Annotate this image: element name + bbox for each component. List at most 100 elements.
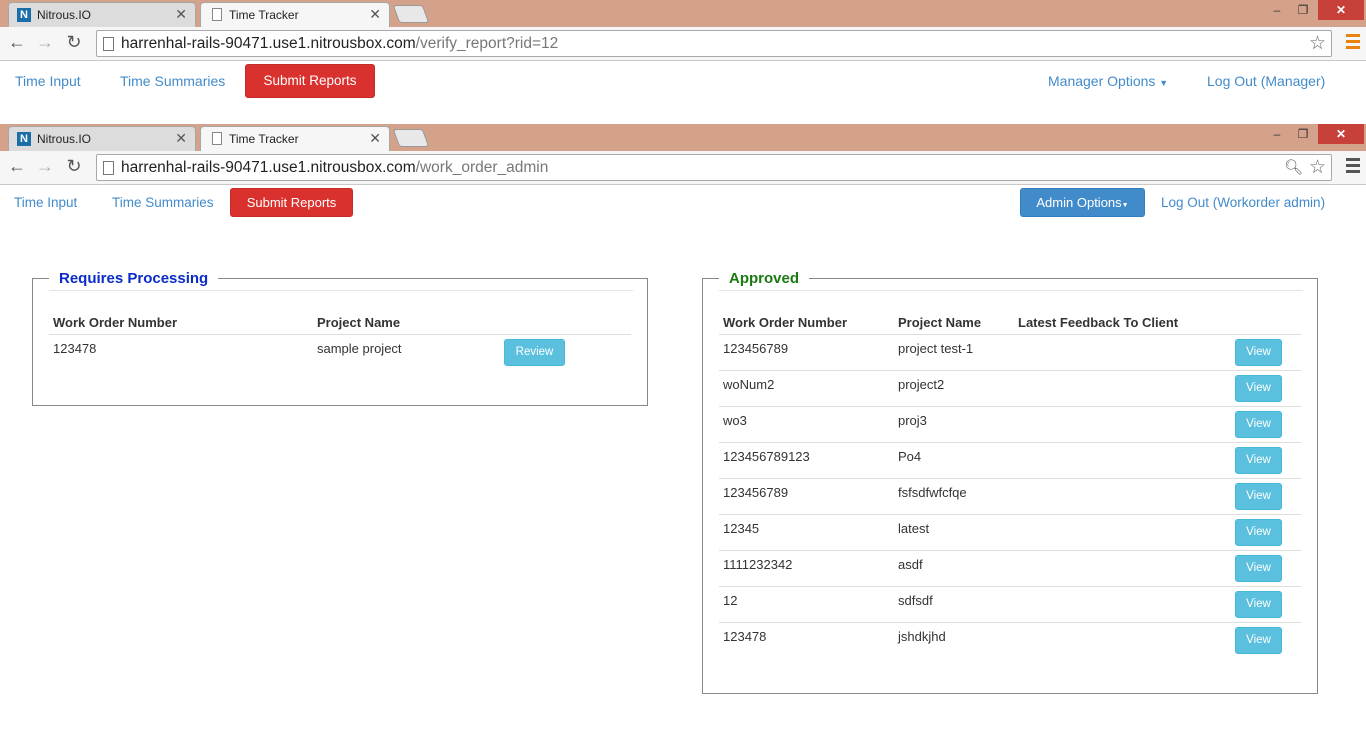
review-button[interactable]: Review [504, 339, 565, 366]
close-window-icon[interactable]: ✕ [1318, 124, 1364, 144]
row-divider [719, 514, 1301, 515]
close-tab-icon[interactable]: ✕ [369, 6, 381, 23]
restore-icon[interactable]: ❐ [1292, 0, 1314, 20]
project-name-cell: jshdkjhd [898, 629, 946, 644]
column-header-latest-feedback: Latest Feedback To Client [1018, 315, 1179, 330]
tab-nitrous[interactable]: N Nitrous.IO ✕ [8, 126, 196, 151]
page-icon [103, 161, 114, 175]
row-divider [719, 478, 1301, 479]
manager-options-dropdown[interactable]: Manager Options ▼ [1048, 73, 1168, 89]
chrome-menu-icon[interactable] [1346, 158, 1360, 176]
tab-strip: N Nitrous.IO ✕ Time Tracker ✕ – ❐ ✕ [0, 124, 1366, 151]
minimize-icon[interactable]: – [1266, 0, 1288, 20]
work-order-cell: 12 [723, 593, 738, 608]
tab-strip: N Nitrous.IO ✕ Time Tracker ✕ – ❐ ✕ [0, 0, 1366, 27]
project-name-cell: Po4 [898, 449, 922, 464]
close-tab-icon[interactable]: ✕ [369, 130, 381, 147]
legend-divider [719, 290, 1303, 291]
view-button[interactable]: View [1235, 519, 1282, 546]
submit-reports-button[interactable]: Submit Reports [230, 188, 353, 217]
forward-arrow-icon[interactable]: → [34, 156, 56, 177]
submit-reports-button[interactable]: Submit Reports [245, 64, 375, 98]
minimize-icon[interactable]: – [1266, 124, 1288, 144]
project-name-cell: asdf [898, 557, 923, 572]
logout-link[interactable]: Log Out (Manager) [1207, 73, 1325, 89]
page-icon [212, 132, 222, 145]
restore-icon[interactable]: ❐ [1292, 124, 1314, 144]
tab-nitrous[interactable]: N Nitrous.IO ✕ [8, 2, 196, 27]
project-name-cell: latest [898, 521, 930, 536]
close-window-icon[interactable]: ✕ [1318, 0, 1364, 20]
bookmark-star-icon[interactable]: ☆ [1309, 155, 1326, 180]
new-tab-button[interactable] [392, 129, 430, 147]
view-button[interactable]: View [1235, 555, 1282, 582]
work-order-cell: woNum2 [723, 377, 775, 392]
requires-processing-title: Requires Processing [49, 270, 219, 287]
row-divider [719, 586, 1301, 587]
nav-time-input[interactable]: Time Input [15, 73, 81, 89]
row-divider [719, 622, 1301, 623]
caret-down-icon: ▼ [1159, 78, 1169, 88]
close-tab-icon[interactable]: ✕ [175, 130, 187, 147]
work-order-cell: wo3 [723, 413, 747, 428]
work-order-cell: 1111232342 [723, 557, 793, 572]
row-divider [719, 442, 1301, 443]
work-order-cell: 12345 [723, 521, 760, 536]
view-button[interactable]: View [1235, 483, 1282, 510]
nitrous-logo-icon: N [17, 132, 31, 146]
admin-options-dropdown[interactable]: Admin Options▼ [1020, 188, 1145, 217]
requires-processing-panel: Requires Processing Work Order Number Pr… [32, 270, 648, 406]
work-order-cell: 123478 [723, 629, 767, 644]
browser-toolbar: ← → ↻ harrenhal-rails-90471.use1.nitrous… [0, 151, 1366, 185]
search-zoom-icon[interactable]: 🔍︎ [1284, 155, 1303, 180]
work-order-cell: 123456789 [723, 485, 789, 500]
address-bar[interactable]: harrenhal-rails-90471.use1.nitrousbox.co… [96, 154, 1332, 181]
nitrous-logo-icon: N [17, 8, 31, 22]
column-header-work-order: Work Order Number [53, 315, 178, 330]
new-tab-button[interactable] [392, 5, 430, 23]
reload-icon[interactable]: ↻ [63, 32, 85, 53]
browser-window-admin: N Nitrous.IO ✕ Time Tracker ✕ – ❐ ✕ ← → … [0, 124, 1366, 227]
column-header-work-order: Work Order Number [723, 315, 848, 330]
nav-time-summaries[interactable]: Time Summaries [120, 73, 225, 89]
tab-label: Nitrous.IO [37, 132, 92, 146]
row-divider [719, 406, 1301, 407]
back-arrow-icon[interactable]: ← [6, 32, 28, 53]
view-button[interactable]: View [1235, 375, 1282, 402]
page-icon [212, 8, 222, 21]
tab-label: Nitrous.IO [37, 8, 92, 22]
tab-label: Time Tracker [229, 8, 299, 22]
close-tab-icon[interactable]: ✕ [175, 6, 187, 23]
manager-options-label: Manager Options [1048, 73, 1156, 89]
view-button[interactable]: View [1235, 339, 1282, 366]
column-header-project-name: Project Name [898, 315, 982, 330]
address-bar[interactable]: harrenhal-rails-90471.use1.nitrousbox.co… [96, 30, 1332, 57]
header-divider [719, 334, 1301, 335]
url-path: /verify_report?rid=12 [415, 35, 559, 52]
tab-time-tracker[interactable]: Time Tracker ✕ [200, 126, 390, 151]
row-divider [719, 370, 1301, 371]
project-name-cell: sample project [317, 341, 402, 356]
approved-title: Approved [719, 270, 810, 287]
reload-icon[interactable]: ↻ [63, 156, 85, 177]
site-nav: Time Input Time Summaries Submit Reports… [0, 61, 1366, 123]
view-button[interactable]: View [1235, 411, 1282, 438]
project-name-cell: proj3 [898, 413, 927, 428]
bookmark-star-icon[interactable]: ☆ [1309, 31, 1326, 56]
project-name-cell: project2 [898, 377, 945, 392]
page-icon [103, 37, 114, 51]
chrome-menu-icon[interactable] [1346, 34, 1360, 52]
view-button[interactable]: View [1235, 591, 1282, 618]
caret-down-icon: ▼ [1121, 202, 1129, 209]
tab-time-tracker[interactable]: Time Tracker ✕ [200, 2, 390, 27]
back-arrow-icon[interactable]: ← [6, 156, 28, 177]
forward-arrow-icon[interactable]: → [34, 32, 56, 53]
tab-label: Time Tracker [229, 132, 299, 146]
logout-link[interactable]: Log Out (Workorder admin) [1161, 195, 1325, 210]
url-host: harrenhal-rails-90471.use1.nitrousbox.co… [121, 159, 416, 176]
view-button[interactable]: View [1235, 627, 1282, 654]
nav-time-input[interactable]: Time Input [14, 195, 77, 210]
view-button[interactable]: View [1235, 447, 1282, 474]
nav-time-summaries[interactable]: Time Summaries [112, 195, 214, 210]
header-divider [49, 334, 631, 335]
